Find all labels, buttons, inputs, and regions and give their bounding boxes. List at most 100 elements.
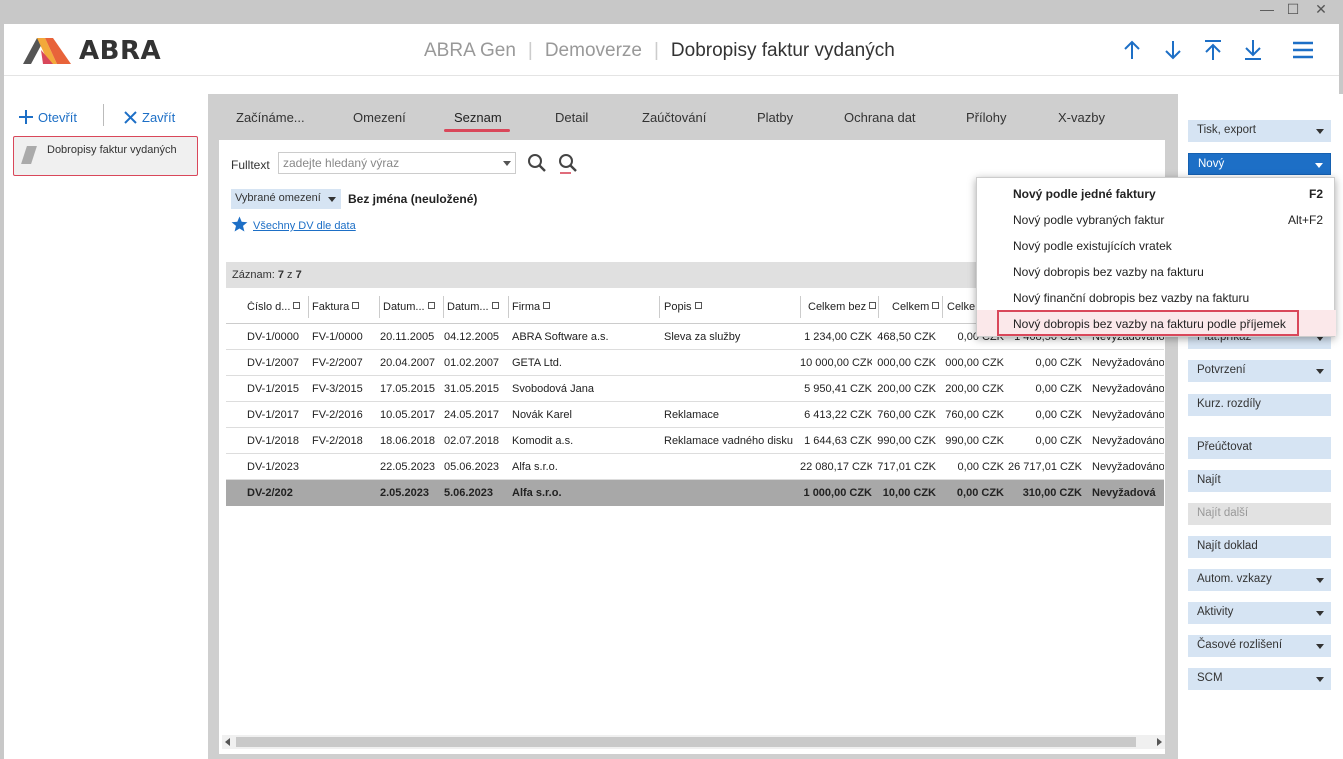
column-header[interactable]: Datum... bbox=[447, 301, 507, 313]
column-separator[interactable] bbox=[508, 296, 509, 318]
table-cell: Svobodová Jana bbox=[512, 383, 594, 395]
fulltext-input[interactable]: zadejte hledaný výraz bbox=[278, 152, 516, 174]
tab-ochrana-dat[interactable]: Ochrana dat bbox=[844, 110, 916, 125]
chevron-down-icon bbox=[1315, 163, 1323, 168]
tab-zauctovani[interactable]: Zaúčtování bbox=[642, 110, 706, 125]
tab-zaciname[interactable]: Začínáme... bbox=[236, 110, 305, 125]
table-row[interactable]: DV-1/2023 22.05.2023 05.06.2023 Alfa s.r.o.… bbox=[226, 454, 1164, 480]
column-header[interactable]: Datum... bbox=[383, 301, 443, 313]
column-filter-icon[interactable] bbox=[869, 302, 877, 309]
action-button-9[interactable]: Autom. vzkazy bbox=[1188, 569, 1331, 591]
arrow-down-icon[interactable] bbox=[1161, 38, 1185, 62]
action-button-5[interactable]: Přeúčtovat bbox=[1188, 437, 1331, 459]
column-header[interactable]: Číslo d... bbox=[247, 301, 307, 313]
tab-prilohy[interactable]: Přílohy bbox=[966, 110, 1006, 125]
action-button-12[interactable]: SCM bbox=[1188, 668, 1331, 690]
action-button-10[interactable]: Aktivity bbox=[1188, 602, 1331, 624]
hamburger-menu-icon[interactable] bbox=[1291, 38, 1315, 62]
column-filter-icon[interactable] bbox=[427, 302, 435, 309]
scroll-right-icon[interactable] bbox=[1157, 738, 1162, 746]
table-cell: 04.12.2005 bbox=[444, 331, 500, 343]
table-cell: 200,00 CZK bbox=[945, 383, 1004, 395]
horizontal-scrollbar[interactable] bbox=[222, 735, 1165, 749]
column-header[interactable]: Popis bbox=[664, 301, 764, 313]
column-header[interactable]: Celke bbox=[947, 301, 977, 313]
column-filter-icon[interactable] bbox=[491, 302, 499, 309]
action-button-11[interactable]: Časové rozlišení bbox=[1188, 635, 1331, 657]
action-button-8[interactable]: Najít doklad bbox=[1188, 536, 1331, 558]
menu-item[interactable]: Nový dobropis bez vazby na fakturu podle… bbox=[977, 310, 1336, 336]
column-header[interactable]: Firma bbox=[512, 301, 612, 313]
document-tab[interactable]: Dobropisy faktur vydaných bbox=[13, 136, 198, 176]
table-cell: 01.02.2007 bbox=[444, 357, 500, 369]
column-separator[interactable] bbox=[659, 296, 660, 318]
table-row[interactable]: DV-2/202 2.05.2023 5.06.2023 Alfa s.r.o. 1 0… bbox=[226, 480, 1164, 506]
star-icon[interactable] bbox=[231, 216, 248, 233]
table-cell: 0,00 CZK bbox=[1035, 435, 1082, 447]
action-button-3[interactable]: Potvrzení bbox=[1188, 360, 1331, 382]
column-filter-icon[interactable] bbox=[694, 302, 702, 309]
breadcrumb-company[interactable]: Demoverze bbox=[545, 40, 642, 61]
table-row[interactable]: DV-1/2017 FV-2/2016 10.05.2017 24.05.2017 No… bbox=[226, 402, 1164, 428]
arrow-first-icon[interactable] bbox=[1201, 38, 1225, 62]
table-cell: 1 644,63 CZK bbox=[804, 435, 872, 447]
scrollbar-thumb[interactable] bbox=[236, 737, 1136, 747]
menu-item-label: Nový podle jedné faktury bbox=[1013, 187, 1156, 201]
close-icon bbox=[124, 110, 137, 124]
tab-x-vazby[interactable]: X-vazby bbox=[1058, 110, 1105, 125]
column-filter-icon[interactable] bbox=[543, 302, 551, 309]
column-separator[interactable] bbox=[800, 296, 801, 318]
action-button-label: SCM bbox=[1197, 672, 1223, 684]
tab-detail[interactable]: Detail bbox=[555, 110, 588, 125]
table-cell: 0,00 CZK bbox=[1035, 357, 1082, 369]
tab-platby[interactable]: Platby bbox=[757, 110, 793, 125]
column-header[interactable]: Celkem bbox=[892, 301, 944, 313]
action-button-1[interactable]: Nový bbox=[1188, 153, 1331, 175]
action-button-4[interactable]: Kurz. rozdíly bbox=[1188, 394, 1331, 416]
saved-filter-link[interactable]: Všechny DV dle data bbox=[253, 220, 356, 232]
column-separator[interactable] bbox=[379, 296, 380, 318]
open-label: Otevřít bbox=[38, 109, 78, 125]
action-button-0[interactable]: Tisk, export bbox=[1188, 120, 1331, 142]
table-row[interactable]: DV-1/2007 FV-2/2007 20.04.2007 01.02.2007 GE… bbox=[226, 350, 1164, 376]
table-row[interactable]: DV-1/2015 FV-3/2015 17.05.2015 31.05.2015 Sv… bbox=[226, 376, 1164, 402]
breadcrumb-app[interactable]: ABRA Gen bbox=[424, 40, 516, 61]
tab-seznam[interactable]: Seznam bbox=[454, 110, 502, 125]
column-header-label: Číslo d... bbox=[247, 301, 291, 313]
maximize-icon[interactable]: ☐ bbox=[1282, 0, 1304, 18]
table-cell: 31.05.2015 bbox=[444, 383, 500, 395]
filter-select-label: Vybrané omezení bbox=[235, 192, 321, 204]
table-row[interactable]: DV-1/2018 FV-2/2018 18.06.2018 02.07.2018 Ko… bbox=[226, 428, 1164, 454]
menu-item[interactable]: Nový podle existujících vratek bbox=[977, 232, 1336, 258]
menu-item-label: Nový podle vybraných faktur bbox=[1013, 213, 1165, 227]
arrow-last-icon[interactable] bbox=[1241, 38, 1265, 62]
advanced-search-icon[interactable] bbox=[557, 152, 579, 174]
scroll-left-icon[interactable] bbox=[225, 738, 230, 746]
search-icon[interactable] bbox=[526, 152, 548, 174]
column-filter-icon[interactable] bbox=[293, 302, 301, 309]
filter-name: Bez jména (neuložené) bbox=[348, 192, 478, 206]
tab-omezeni[interactable]: Omezení bbox=[353, 110, 406, 125]
minimize-icon[interactable]: — bbox=[1256, 0, 1278, 18]
column-header[interactable]: Celkem bez bbox=[808, 301, 880, 313]
menu-item[interactable]: Nový podle jedné faktury F2 bbox=[977, 180, 1336, 206]
column-separator[interactable] bbox=[308, 296, 309, 318]
filter-select[interactable]: Vybrané omezení bbox=[231, 189, 341, 209]
column-header[interactable]: Faktura bbox=[312, 301, 372, 313]
column-filter-icon[interactable] bbox=[352, 302, 360, 309]
action-button-6[interactable]: Najít bbox=[1188, 470, 1331, 492]
open-button[interactable]: Otevřít bbox=[19, 106, 77, 128]
menu-item[interactable]: Nový dobropis bez vazby na fakturu bbox=[977, 258, 1336, 284]
close-button[interactable]: Zavřít bbox=[124, 106, 175, 128]
fulltext-dropdown-icon[interactable] bbox=[503, 161, 511, 166]
table-cell: 10.05.2017 bbox=[380, 409, 436, 421]
column-filter-icon[interactable] bbox=[932, 302, 940, 309]
column-separator[interactable] bbox=[878, 296, 879, 318]
menu-item[interactable]: Nový podle vybraných faktur Alt+F2 bbox=[977, 206, 1336, 232]
table-cell: 990,00 CZK bbox=[877, 435, 936, 447]
close-window-icon[interactable]: ✕ bbox=[1310, 0, 1332, 18]
column-separator[interactable] bbox=[443, 296, 444, 318]
arrow-up-icon[interactable] bbox=[1120, 38, 1144, 62]
column-separator[interactable] bbox=[942, 296, 943, 318]
menu-item[interactable]: Nový finanční dobropis bez vazby na fakt… bbox=[977, 284, 1336, 310]
